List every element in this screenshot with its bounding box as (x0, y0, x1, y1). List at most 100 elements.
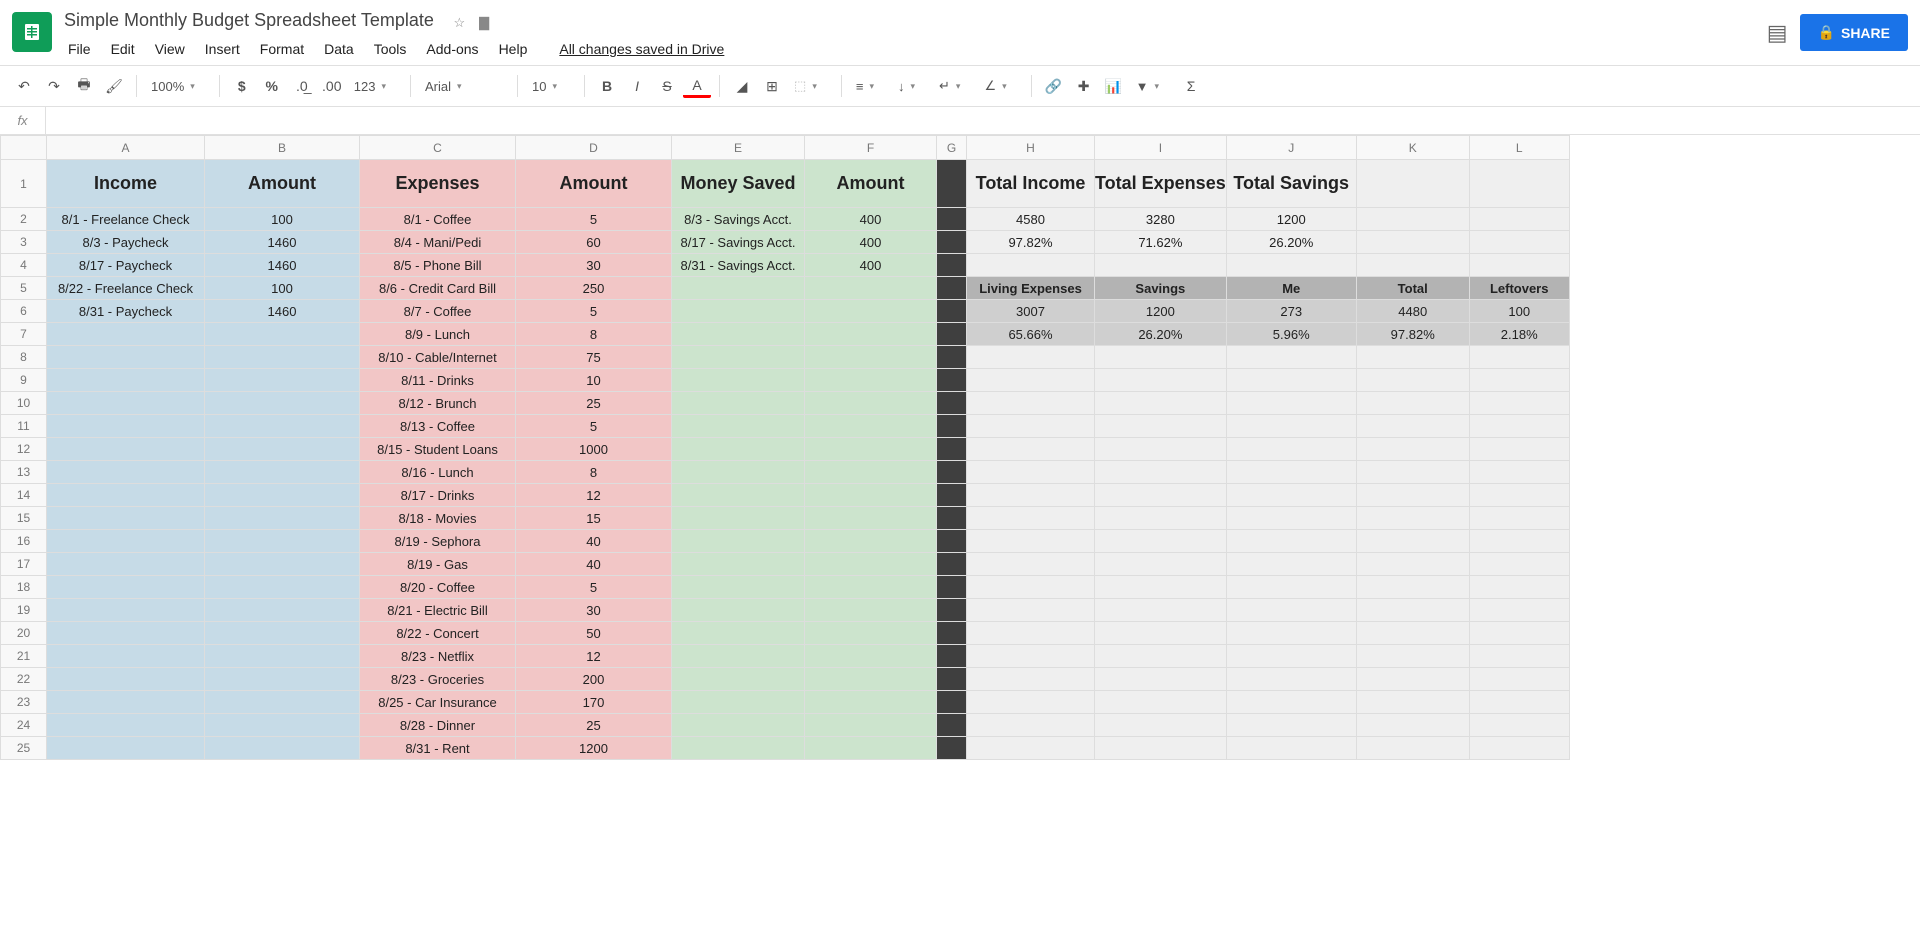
cell-K7[interactable]: 97.82% (1356, 323, 1469, 346)
fill-color-button[interactable]: ◢ (728, 72, 756, 100)
cell-D3[interactable]: 60 (516, 231, 672, 254)
cell-I8[interactable] (1095, 346, 1227, 369)
row-header-18[interactable]: 18 (1, 576, 47, 599)
cell-H24[interactable] (967, 714, 1095, 737)
halign-button[interactable]: ≡ (850, 72, 890, 100)
cell-K23[interactable] (1356, 691, 1469, 714)
menu-edit[interactable]: Edit (103, 37, 143, 61)
cell-D8[interactable]: 75 (516, 346, 672, 369)
cell-F8[interactable] (805, 346, 937, 369)
cell-G6[interactable] (937, 300, 967, 323)
cell-A6[interactable]: 8/31 - Paycheck (47, 300, 205, 323)
cell-L16[interactable] (1469, 530, 1569, 553)
cell-F20[interactable] (805, 622, 937, 645)
cell-C18[interactable]: 8/20 - Coffee (360, 576, 516, 599)
cell-K14[interactable] (1356, 484, 1469, 507)
cell-F11[interactable] (805, 415, 937, 438)
cell-A7[interactable] (47, 323, 205, 346)
cell-C22[interactable]: 8/23 - Groceries (360, 668, 516, 691)
cell-B9[interactable] (205, 369, 360, 392)
cell-H21[interactable] (967, 645, 1095, 668)
cell-D16[interactable]: 40 (516, 530, 672, 553)
cell-E10[interactable] (672, 392, 805, 415)
cell-H19[interactable] (967, 599, 1095, 622)
borders-button[interactable]: ⊞ (758, 72, 786, 100)
cell-F21[interactable] (805, 645, 937, 668)
cell-K17[interactable] (1356, 553, 1469, 576)
cell-J2[interactable]: 1200 (1226, 208, 1356, 231)
col-header-B[interactable]: B (205, 136, 360, 160)
cell-F12[interactable] (805, 438, 937, 461)
cell-C14[interactable]: 8/17 - Drinks (360, 484, 516, 507)
cell-B7[interactable] (205, 323, 360, 346)
cell-J9[interactable] (1226, 369, 1356, 392)
cell-L24[interactable] (1469, 714, 1569, 737)
cell-E16[interactable] (672, 530, 805, 553)
cell-L15[interactable] (1469, 507, 1569, 530)
cell-H9[interactable] (967, 369, 1095, 392)
cell-F15[interactable] (805, 507, 937, 530)
col-header-L[interactable]: L (1469, 136, 1569, 160)
cell-K20[interactable] (1356, 622, 1469, 645)
cell-L3[interactable] (1469, 231, 1569, 254)
cell-L22[interactable] (1469, 668, 1569, 691)
cell-B15[interactable] (205, 507, 360, 530)
wrap-button[interactable]: ↵ (933, 72, 976, 100)
cell-J18[interactable] (1226, 576, 1356, 599)
cell-C7[interactable]: 8/9 - Lunch (360, 323, 516, 346)
cell-J14[interactable] (1226, 484, 1356, 507)
rotate-button[interactable]: ∠ (978, 72, 1022, 100)
cell-L12[interactable] (1469, 438, 1569, 461)
cell-L11[interactable] (1469, 415, 1569, 438)
cell-K21[interactable] (1356, 645, 1469, 668)
cell-B21[interactable] (205, 645, 360, 668)
cell-J19[interactable] (1226, 599, 1356, 622)
row-header-12[interactable]: 12 (1, 438, 47, 461)
cell-I16[interactable] (1095, 530, 1227, 553)
menu-add-ons[interactable]: Add-ons (418, 37, 486, 61)
cell-H20[interactable] (967, 622, 1095, 645)
cell-H15[interactable] (967, 507, 1095, 530)
formula-input[interactable] (46, 107, 1920, 134)
cell-I22[interactable] (1095, 668, 1227, 691)
cell-I14[interactable] (1095, 484, 1227, 507)
cell-D22[interactable]: 200 (516, 668, 672, 691)
row-header-22[interactable]: 22 (1, 668, 47, 691)
cell-H6[interactable]: 3007 (967, 300, 1095, 323)
cell-D12[interactable]: 1000 (516, 438, 672, 461)
cell-K22[interactable] (1356, 668, 1469, 691)
cell-H8[interactable] (967, 346, 1095, 369)
cell-L21[interactable] (1469, 645, 1569, 668)
cell-B4[interactable]: 1460 (205, 254, 360, 277)
cell-K10[interactable] (1356, 392, 1469, 415)
cell-C1[interactable]: Expenses (360, 160, 516, 208)
row-header-9[interactable]: 9 (1, 369, 47, 392)
cell-G8[interactable] (937, 346, 967, 369)
increase-decimal-button[interactable]: .00 (318, 72, 346, 100)
cell-G4[interactable] (937, 254, 967, 277)
col-header-J[interactable]: J (1226, 136, 1356, 160)
cell-B24[interactable] (205, 714, 360, 737)
cell-E8[interactable] (672, 346, 805, 369)
cell-E15[interactable] (672, 507, 805, 530)
cell-H23[interactable] (967, 691, 1095, 714)
cell-F17[interactable] (805, 553, 937, 576)
undo-button[interactable]: ↶ (10, 72, 38, 100)
cell-I9[interactable] (1095, 369, 1227, 392)
cell-A3[interactable]: 8/3 - Paycheck (47, 231, 205, 254)
cell-A15[interactable] (47, 507, 205, 530)
cell-G12[interactable] (937, 438, 967, 461)
cell-E24[interactable] (672, 714, 805, 737)
cell-I4[interactable] (1095, 254, 1227, 277)
cell-I3[interactable]: 71.62% (1095, 231, 1227, 254)
cell-K4[interactable] (1356, 254, 1469, 277)
cell-J20[interactable] (1226, 622, 1356, 645)
cell-H10[interactable] (967, 392, 1095, 415)
menu-tools[interactable]: Tools (366, 37, 415, 61)
cell-E20[interactable] (672, 622, 805, 645)
cell-B19[interactable] (205, 599, 360, 622)
cell-K9[interactable] (1356, 369, 1469, 392)
row-header-20[interactable]: 20 (1, 622, 47, 645)
cell-G13[interactable] (937, 461, 967, 484)
cell-G17[interactable] (937, 553, 967, 576)
